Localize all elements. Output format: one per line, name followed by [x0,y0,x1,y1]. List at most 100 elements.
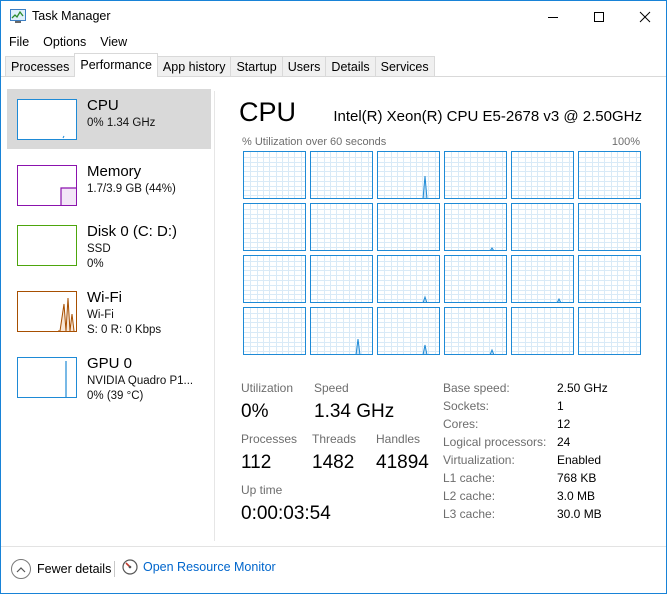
logical-processor-graphs[interactable] [243,151,641,355]
spec-key: Sockets: [443,399,490,413]
tab-bar: Processes Performance App history Startu… [5,53,435,77]
minimize-button[interactable] [530,1,576,32]
menu-options[interactable]: Options [35,32,92,52]
open-resource-monitor-link[interactable]: Open Resource Monitor [122,559,276,575]
resource-sidebar: CPU 0% 1.34 GHz Memory 1.7/3.9 GB (44%) … [1,87,215,539]
sidebar-item-title: CPU [87,97,119,114]
logical-processor-graph [377,255,440,303]
handles-label: Handles [376,432,421,446]
tab-startup[interactable]: Startup [230,56,283,77]
task-manager-window: Task Manager File Options View Processes… [0,0,667,594]
processes-label: Processes [241,432,298,446]
window-title: Task Manager [32,9,111,23]
graph-max-label: 100% [611,136,640,148]
logical-processor-graph [243,203,306,251]
maximize-button[interactable] [576,1,622,32]
spec-key: L1 cache: [443,471,496,485]
spec-key: Virtualization: [443,453,515,467]
spec-value: 1 [557,399,564,413]
sidebar-item-gpu[interactable]: GPU 0 NVIDIA Quadro P1... 0% (39 °C) [7,347,211,407]
threads-label: Threads [312,432,357,446]
tab-details[interactable]: Details [325,56,376,77]
open-resource-monitor-label: Open Resource Monitor [143,560,276,574]
task-manager-icon [10,9,26,23]
minimize-icon [548,16,558,18]
sidebar-item-detail: S: 0 R: 0 Kbps [87,324,162,336]
spec-key: Base speed: [443,381,510,395]
menu-bar: File Options View [1,32,666,52]
sidebar-item-cpu[interactable]: CPU 0% 1.34 GHz [7,89,211,149]
spec-value: 3.0 MB [557,489,596,503]
close-button[interactable] [622,1,667,32]
disk-thumbnail-graph [17,225,77,266]
logical-processor-graph [511,203,574,251]
footer-separator [114,561,115,577]
sidebar-item-detail: 0% (39 °C) [87,390,144,402]
footer-divider [1,546,666,547]
close-icon [639,11,651,22]
tab-app-history[interactable]: App history [156,56,232,77]
logical-processor-graph [511,307,574,355]
logical-processor-graph [377,307,440,355]
speed-value: 1.34 GHz [314,401,395,422]
sidebar-item-detail: 1.7/3.9 GB (44%) [87,183,176,195]
sidebar-item-detail: NVIDIA Quadro P1... [87,375,194,387]
logical-processor-graph [444,151,507,199]
menu-view[interactable]: View [92,32,133,52]
cpu-model-name: Intel(R) Xeon(R) CPU E5-2678 v3 @ 2.50GH… [333,108,642,125]
uptime-label: Up time [241,483,283,497]
tab-services[interactable]: Services [374,56,435,77]
logical-processor-graph [578,151,641,199]
logical-processor-graph [310,255,373,303]
tab-users[interactable]: Users [281,56,327,77]
sidebar-item-wifi[interactable]: Wi-Fi Wi-Fi S: 0 R: 0 Kbps [7,281,211,341]
spec-value: 30.0 MB [557,507,602,521]
logical-processor-graph [310,203,373,251]
logical-processor-graph [444,307,507,355]
tab-processes[interactable]: Processes [5,56,76,77]
processes-value: 112 [241,452,272,473]
resource-monitor-icon [122,559,138,575]
maximize-icon [594,11,604,22]
logical-processor-graph [578,203,641,251]
handles-value: 41894 [376,452,429,473]
spec-value: 24 [557,435,571,449]
cpu-thumbnail-graph [17,99,77,140]
logical-processor-graph [377,151,440,199]
spec-key: Cores: [443,417,479,431]
sidebar-item-detail: SSD [87,243,111,255]
logical-processor-graph [243,255,306,303]
logical-processor-graph [578,307,641,355]
utilization-label: Utilization [241,381,294,395]
speed-label: Speed [314,381,349,395]
logical-processor-graph [511,255,574,303]
uptime-value: 0:00:03:54 [241,503,331,524]
threads-value: 1482 [312,452,355,473]
sidebar-item-detail: Wi-Fi [87,309,114,321]
sidebar-item-disk[interactable]: Disk 0 (C: D:) SSD 0% [7,215,211,275]
page-title: CPU [239,97,297,127]
sidebar-item-title: Disk 0 (C: D:) [87,223,177,240]
title-bar[interactable]: Task Manager [1,1,666,32]
fewer-details-button[interactable]: Fewer details [11,559,111,579]
chevron-up-icon [11,559,31,579]
fewer-details-label: Fewer details [37,562,112,576]
logical-processor-graph [310,151,373,199]
logical-processor-graph [444,203,507,251]
sidebar-item-detail: 0% 1.34 GHz [87,117,156,129]
spec-value: 2.50 GHz [557,381,608,395]
menu-file[interactable]: File [1,32,35,52]
spec-key: Logical processors: [443,435,547,449]
spec-key: L3 cache: [443,507,496,521]
spec-value: 12 [557,417,571,431]
spec-key: L2 cache: [443,489,496,503]
tab-performance[interactable]: Performance [74,53,158,77]
graph-caption: % Utilization over 60 seconds [242,136,387,148]
spec-value: 768 KB [557,471,597,485]
sidebar-item-memory[interactable]: Memory 1.7/3.9 GB (44%) [7,155,211,215]
wifi-thumbnail-graph [17,291,77,332]
sidebar-item-title: Memory [87,163,142,180]
logical-processor-graph [310,307,373,355]
memory-thumbnail-graph [17,165,77,206]
panel-divider [214,91,215,541]
